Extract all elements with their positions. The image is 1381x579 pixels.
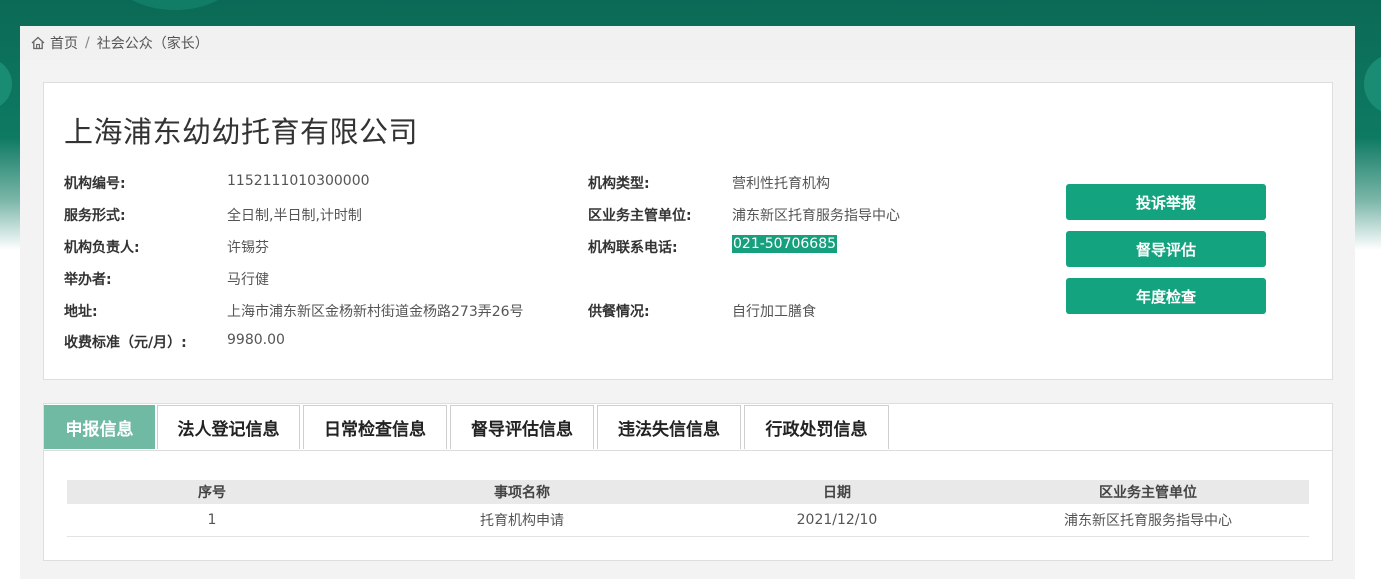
- cell-index: 1: [207, 512, 217, 528]
- authority-label: 区业务主管单位:: [588, 208, 692, 224]
- breadcrumb-current: 社会公众（家长）: [96, 36, 209, 52]
- breadcrumb: 首页 / 社会公众（家长）: [20, 26, 1355, 60]
- records-panel: 申报信息 法人登记信息 日常检查信息 督导评估信息 违法失信信息 行政处罚信息 …: [43, 403, 1333, 561]
- home-icon[interactable]: [30, 35, 46, 51]
- service-form-value: 全日制,半日制,计时制: [227, 208, 362, 224]
- column-header-date: 日期: [823, 485, 851, 501]
- tab-violation-credit[interactable]: 违法失信信息: [597, 405, 741, 449]
- org-type-label: 机构类型:: [588, 176, 650, 192]
- cell-authority: 浦东新区托育服务指导中心: [1064, 513, 1232, 529]
- column-header-authority: 区业务主管单位: [1099, 485, 1197, 501]
- tab-supervision-evaluation[interactable]: 督导评估信息: [450, 405, 594, 449]
- service-form-label: 服务形式:: [64, 208, 126, 224]
- breadcrumb-separator: /: [85, 35, 90, 51]
- address-label: 地址:: [64, 304, 98, 320]
- org-code-label: 机构编号:: [64, 176, 126, 192]
- manager-label: 机构负责人:: [64, 240, 140, 256]
- org-name-title: 上海浦东幼幼托育有限公司: [64, 115, 419, 149]
- table-row: 1 托育机构申请 2021/12/10 浦东新区托育服务指导中心: [67, 504, 1309, 537]
- catering-label: 供餐情况:: [588, 304, 650, 320]
- phone-number-selected[interactable]: 021-50706685: [732, 235, 838, 253]
- tab-legal-registration[interactable]: 法人登记信息: [157, 405, 300, 449]
- complaint-report-button[interactable]: 投诉举报: [1066, 184, 1266, 220]
- org-info-card: 上海浦东幼幼托育有限公司 机构编号: 1152111010300000 服务形式…: [43, 82, 1333, 380]
- organizer-value: 马行健: [227, 272, 269, 288]
- table-header: 序号 事项名称 日期 区业务主管单位: [67, 480, 1309, 504]
- column-header-item-name: 事项名称: [494, 485, 550, 501]
- tab-declaration-info[interactable]: 申报信息: [44, 405, 155, 449]
- annual-inspection-button[interactable]: 年度检查: [1066, 278, 1266, 314]
- org-type-value: 营利性托育机构: [732, 176, 830, 192]
- cell-date: 2021/12/10: [796, 512, 878, 528]
- breadcrumb-home-link[interactable]: 首页: [50, 33, 78, 53]
- org-code-value: 1152111010300000: [227, 173, 370, 189]
- manager-value: 许锡芬: [227, 240, 269, 256]
- catering-value: 自行加工膳食: [732, 304, 816, 320]
- tab-bar: 申报信息 法人登记信息 日常检查信息 督导评估信息 违法失信信息 行政处罚信息: [44, 404, 1332, 451]
- phone-label: 机构联系电话:: [588, 240, 678, 256]
- column-header-index: 序号: [198, 485, 226, 501]
- tab-daily-inspection[interactable]: 日常检查信息: [303, 405, 447, 449]
- supervision-evaluation-button[interactable]: 督导评估: [1066, 231, 1266, 267]
- authority-value: 浦东新区托育服务指导中心: [732, 208, 900, 224]
- tab-administrative-penalty[interactable]: 行政处罚信息: [744, 405, 889, 449]
- cell-item-name: 托育机构申请: [480, 513, 564, 529]
- fee-value: 9980.00: [227, 332, 285, 348]
- declaration-table: 序号 事项名称 日期 区业务主管单位 1 托育机构申请 2021/12/10 浦…: [67, 480, 1309, 537]
- address-value: 上海市浦东新区金杨新村街道金杨路273弄26号: [227, 304, 524, 320]
- organizer-label: 举办者:: [64, 272, 112, 288]
- fee-label: 收费标准（元/月）:: [64, 335, 187, 351]
- phone-value: 021-50706685: [732, 235, 838, 253]
